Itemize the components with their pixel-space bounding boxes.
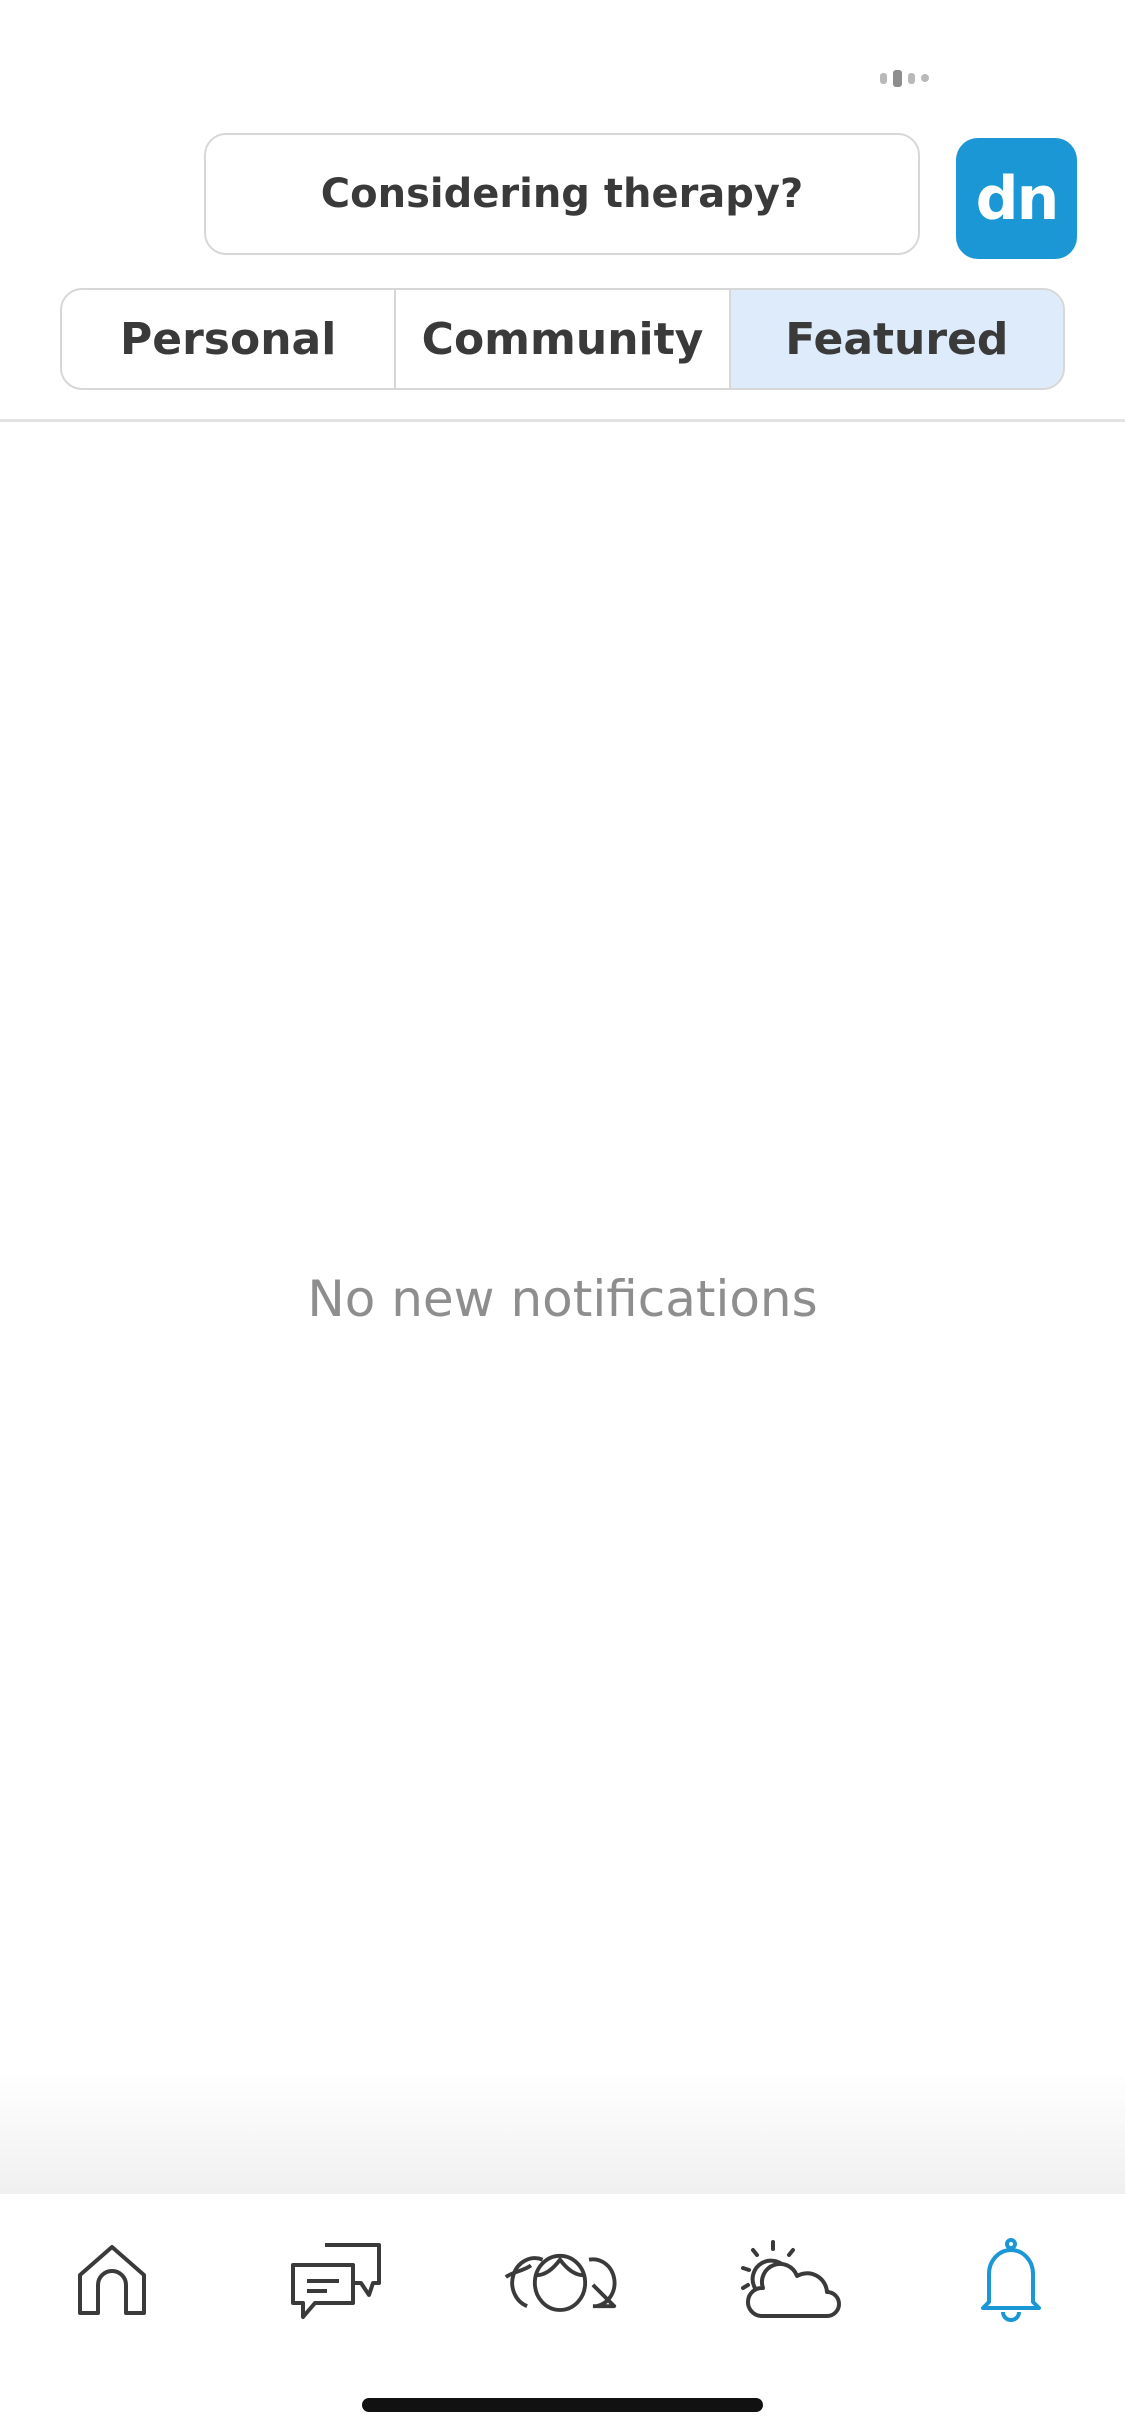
community-faces-icon: [504, 2253, 617, 2312]
nav-home[interactable]: [52, 2230, 172, 2330]
nav-weather[interactable]: [728, 2230, 848, 2330]
tab-personal[interactable]: Personal: [62, 290, 394, 388]
nav-community[interactable]: [500, 2230, 620, 2330]
considering-therapy-button[interactable]: Considering therapy?: [204, 133, 920, 255]
considering-therapy-label: Considering therapy?: [320, 171, 804, 217]
avatar[interactable]: dn: [956, 138, 1077, 259]
avatar-initials: dn: [975, 163, 1060, 234]
nav-shadow: [0, 2070, 1125, 2194]
tab-community[interactable]: Community: [394, 290, 728, 388]
header-divider: [0, 419, 1125, 422]
home-indicator: [362, 2398, 763, 2412]
weather-sun-cloud-icon: [741, 2240, 841, 2318]
tab-community-label: Community: [421, 313, 704, 365]
nav-notifications[interactable]: [951, 2230, 1071, 2330]
empty-state-message: No new notifications: [307, 1270, 818, 1328]
home-icon: [78, 2245, 146, 2315]
bell-icon: [981, 2238, 1041, 2322]
tab-featured-label: Featured: [785, 313, 1009, 365]
chat-bubbles-icon: [291, 2243, 381, 2319]
tab-personal-label: Personal: [120, 313, 337, 365]
tab-featured[interactable]: Featured: [728, 290, 1063, 388]
notification-tabs: Personal Community Featured: [60, 288, 1065, 390]
nav-chat[interactable]: [277, 2230, 397, 2330]
status-bar-indicator: [880, 68, 936, 88]
